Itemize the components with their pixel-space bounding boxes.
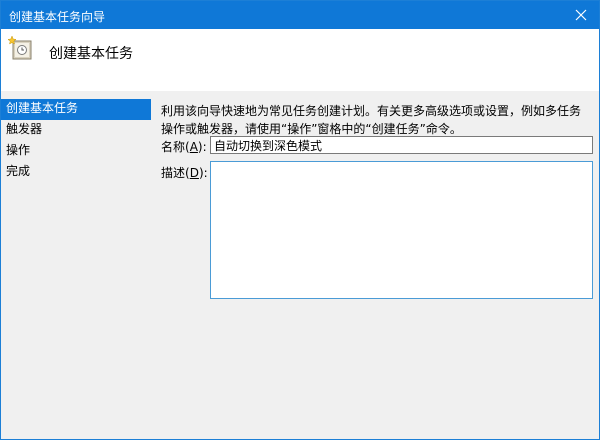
close-icon [575, 9, 587, 21]
close-button[interactable] [563, 1, 599, 29]
description-text: 利用该向导快速地为常见任务创建计划。有关更多高级选项或设置，例如多任务操作或触发… [161, 104, 582, 136]
step-trigger[interactable]: 触发器 [1, 120, 151, 141]
step-create-basic-task[interactable]: 创建基本任务 [1, 99, 151, 120]
wizard-header: 创建基本任务 [1, 29, 599, 91]
name-access-key: A [189, 140, 198, 154]
name-label: 名称(A): [161, 140, 207, 154]
description-access-key: D [189, 166, 199, 180]
title-bar[interactable]: 创建基本任务向导 [1, 1, 599, 29]
description-label: 描述(D): [161, 166, 208, 180]
wizard-steps: 创建基本任务 触发器 操作 完成 [1, 99, 151, 183]
wizard-content: 利用该向导快速地为常见任务创建计划。有关更多高级选项或设置，例如多任务操作或触发… [161, 102, 595, 138]
task-clock-icon [7, 35, 32, 60]
window-title: 创建基本任务向导 [9, 10, 106, 24]
step-finish[interactable]: 完成 [1, 162, 151, 183]
page-heading: 创建基本任务 [49, 46, 133, 62]
step-action[interactable]: 操作 [1, 141, 151, 162]
description-label-text: 描述 [161, 166, 186, 180]
name-input[interactable] [210, 136, 593, 154]
wizard-window: 创建基本任务向导 创建基本任务 创建基本任务 触发器 操作 完成 利用该向导快速… [0, 0, 600, 440]
description-textarea[interactable] [210, 161, 593, 299]
name-label-text: 名称 [161, 140, 186, 154]
